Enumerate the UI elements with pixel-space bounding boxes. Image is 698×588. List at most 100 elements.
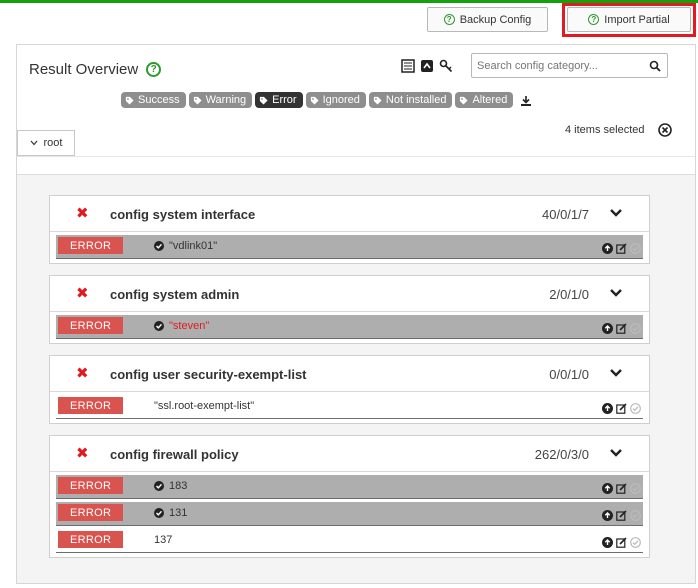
import-partial-button[interactable]: ? Import Partial [567, 7, 691, 32]
results-container: ✖ config system interface 40/0/1/7 ERROR "vd… [17, 174, 695, 583]
chevron-down-icon[interactable] [609, 366, 623, 380]
row-actions [602, 481, 641, 494]
result-row[interactable]: ERROR 131 [56, 502, 643, 525]
result-overview-panel: Result Overview ? Success Warning Error Ign… [16, 44, 696, 584]
filter-chip-label: Error [272, 94, 297, 106]
card-padding [50, 419, 649, 423]
config-category-card: ✖ config user security-exempt-list 0/0/1/0… [49, 355, 650, 424]
error-x-icon: ✖ [76, 205, 89, 222]
row-actions [602, 321, 641, 334]
edit-icon[interactable] [616, 535, 627, 548]
status-badge: ERROR [58, 237, 123, 254]
config-category-card: ✖ config firewall policy 262/0/3/0 ERROR 183… [49, 435, 650, 558]
config-category-card: ✖ config system admin 2/0/1/0 ERROR "steven" [49, 275, 650, 344]
tag-icon [125, 96, 134, 105]
upload-icon[interactable] [602, 241, 613, 254]
result-row[interactable]: ERROR 137 [56, 529, 643, 552]
check-circle-icon[interactable] [630, 481, 641, 494]
row-actions [602, 535, 641, 548]
selection-count: 4 items selected [565, 124, 645, 136]
status-badge: ERROR [58, 477, 123, 494]
tag-icon [193, 96, 202, 105]
edit-icon[interactable] [616, 481, 627, 494]
filter-chip-label: Warning [205, 94, 247, 106]
upload-icon[interactable] [602, 535, 613, 548]
filter-chip-altered[interactable]: Altered [455, 92, 514, 108]
list-view-icon[interactable] [401, 59, 415, 73]
upload-icon[interactable] [602, 508, 613, 521]
category-name: config system interface [110, 207, 256, 222]
filter-chip-error[interactable]: Error [255, 92, 303, 108]
check-circle-icon[interactable] [630, 241, 641, 254]
row-value: "ssl.root-exempt-list" [154, 400, 254, 412]
check-circle-icon[interactable] [630, 535, 641, 548]
chevron-down-icon[interactable] [609, 206, 623, 220]
result-row[interactable]: ERROR 183 [56, 475, 643, 498]
root-label: root [43, 137, 63, 149]
row-value: 137 [154, 534, 172, 546]
check-circle-icon[interactable] [630, 508, 641, 521]
filter-chip-success[interactable]: Success [121, 92, 186, 108]
edit-icon[interactable] [616, 321, 627, 334]
result-row[interactable]: ERROR "vdlink01" [56, 235, 643, 258]
category-name: config system admin [110, 287, 240, 302]
key-icon[interactable] [439, 59, 453, 73]
row-divider [56, 498, 643, 499]
tag-icon [373, 96, 382, 105]
edit-icon[interactable] [616, 401, 627, 414]
help-icon: ? [443, 14, 455, 25]
tag-icon [259, 96, 268, 105]
edit-icon[interactable] [616, 241, 627, 254]
result-row[interactable]: ERROR "ssl.root-exempt-list" [56, 395, 643, 418]
edit-icon[interactable] [616, 508, 627, 521]
filter-chip-warning[interactable]: Warning [188, 92, 253, 108]
status-badge: ERROR [58, 504, 123, 521]
category-name: config firewall policy [110, 447, 239, 462]
error-x-icon: ✖ [76, 365, 89, 382]
upload-icon[interactable] [602, 401, 613, 414]
card-header[interactable]: ✖ config system admin 2/0/1/0 [50, 276, 649, 312]
search-input[interactable] [472, 59, 642, 72]
row-value: "vdlink01" [154, 240, 217, 252]
check-circle-icon [154, 481, 164, 491]
row-actions [602, 241, 641, 254]
export-icon[interactable] [520, 94, 532, 106]
title-text: Result Overview [29, 61, 139, 78]
row-value-text: 131 [169, 507, 188, 519]
card-header[interactable]: ✖ config user security-exempt-list 0/0/1/0 [50, 356, 649, 392]
tag-icon [310, 96, 319, 105]
error-x-icon: ✖ [76, 285, 89, 302]
check-circle-icon [154, 241, 164, 251]
filter-chip-label: Ignored [322, 94, 360, 106]
check-circle-icon[interactable] [630, 321, 641, 334]
row-value: 183 [154, 480, 187, 492]
category-counts: 0/0/1/0 [549, 367, 589, 382]
status-badge: ERROR [58, 317, 123, 334]
row-value-text: 183 [169, 480, 188, 492]
category-counts: 40/0/1/7 [542, 207, 589, 222]
filter-chip-label: Not installed [385, 94, 447, 106]
row-value-text: "vdlink01" [169, 240, 218, 252]
card-header[interactable]: ✖ config firewall policy 262/0/3/0 [50, 436, 649, 472]
filter-chip-label: Altered [472, 94, 508, 106]
backup-config-button[interactable]: ? Backup Config [427, 7, 548, 32]
clear-selection-icon[interactable] [658, 123, 672, 137]
root-tree-node[interactable]: root [17, 130, 75, 156]
upload-icon[interactable] [602, 321, 613, 334]
check-circle-icon[interactable] [630, 401, 641, 414]
category-counts: 2/0/1/0 [549, 287, 589, 302]
collapse-all-icon[interactable] [420, 59, 434, 73]
chevron-down-icon[interactable] [609, 446, 623, 460]
search-box [471, 53, 668, 78]
result-row[interactable]: ERROR "steven" [56, 315, 643, 338]
check-circle-icon [154, 508, 164, 518]
filter-chip-ignored[interactable]: Ignored [305, 92, 366, 108]
check-circle-icon [154, 321, 164, 331]
help-icon[interactable]: ? [146, 62, 162, 77]
search-icon[interactable] [649, 59, 661, 77]
card-header[interactable]: ✖ config system interface 40/0/1/7 [50, 196, 649, 232]
upload-icon[interactable] [602, 481, 613, 494]
filter-chip-not-installed[interactable]: Not installed [368, 92, 453, 108]
chevron-down-icon[interactable] [609, 286, 623, 300]
help-icon: ? [588, 14, 600, 25]
